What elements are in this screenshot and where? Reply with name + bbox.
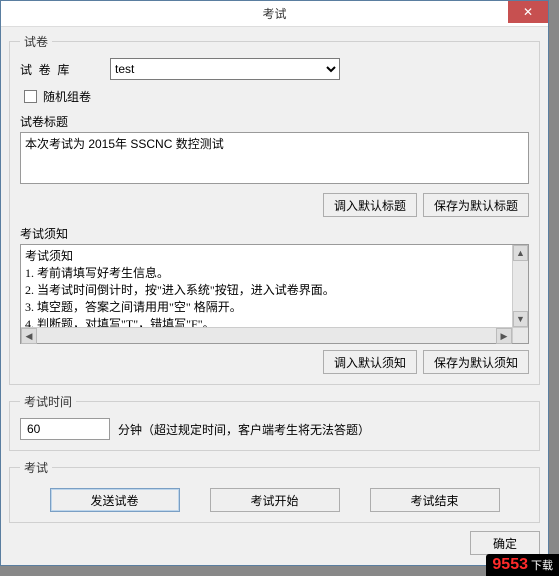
exam-end-button[interactable]: 考试结束 [370,488,500,512]
random-check-row[interactable]: 随机组卷 [24,88,529,105]
paper-title-label: 试卷标题 [20,113,529,130]
titlebar: 考试 ✕ [1,1,548,27]
ok-button[interactable]: 确定 [470,531,540,555]
load-default-notice-button[interactable]: 调入默认须知 [323,350,417,374]
paper-group: 试卷 试 卷 库 test 随机组卷 试卷标题 调入默认标题 保存为默认标题 考… [9,33,540,385]
watermark-number: 9553 [492,556,528,574]
time-group: 考试时间 分钟（超过规定时间，客户端考生将无法答题） [9,393,540,451]
paper-title-input[interactable] [20,132,529,184]
scroll-left-icon[interactable]: ◀ [21,328,37,344]
paper-group-legend: 试卷 [20,33,52,50]
scroll-up-icon[interactable]: ▲ [513,245,528,261]
window-title: 考试 [262,5,286,22]
scroll-right-icon[interactable]: ▶ [496,328,512,344]
random-check-label: 随机组卷 [43,88,91,105]
library-label: 试 卷 库 [20,61,110,78]
save-default-notice-button[interactable]: 保存为默认须知 [423,350,529,374]
close-button[interactable]: ✕ [508,1,548,23]
dialog-window: 考试 ✕ 试卷 试 卷 库 test 随机组卷 试卷标题 调入默认标题 保存为默… [0,0,549,566]
load-default-title-button[interactable]: 调入默认标题 [323,193,417,217]
random-checkbox[interactable] [24,90,37,103]
watermark: 9553下载 [486,554,559,576]
send-paper-button[interactable]: 发送试卷 [50,488,180,512]
time-group-legend: 考试时间 [20,393,76,410]
time-input[interactable] [20,418,110,440]
watermark-suffix: 下载 [531,557,553,573]
scroll-corner [512,327,528,343]
notice-label: 考试须知 [20,225,529,242]
library-row: 试 卷 库 test [20,58,529,80]
library-combo[interactable]: test [110,58,340,80]
time-unit-note: 分钟（超过规定时间，客户端考生将无法答题） [118,421,370,438]
notice-textarea-wrap: 考试须知 1. 考前请填写好考生信息。 2. 当考试时间倒计时，按"进入系统"按… [20,244,529,344]
exam-start-button[interactable]: 考试开始 [210,488,340,512]
scroll-down-icon[interactable]: ▼ [513,311,528,327]
save-default-title-button[interactable]: 保存为默认标题 [423,193,529,217]
notice-hscroll[interactable]: ◀ ▶ [21,327,512,343]
dialog-content: 试卷 试 卷 库 test 随机组卷 试卷标题 调入默认标题 保存为默认标题 考… [1,27,548,563]
exam-group-legend: 考试 [20,459,52,476]
exam-group: 考试 发送试卷 考试开始 考试结束 [9,459,540,523]
